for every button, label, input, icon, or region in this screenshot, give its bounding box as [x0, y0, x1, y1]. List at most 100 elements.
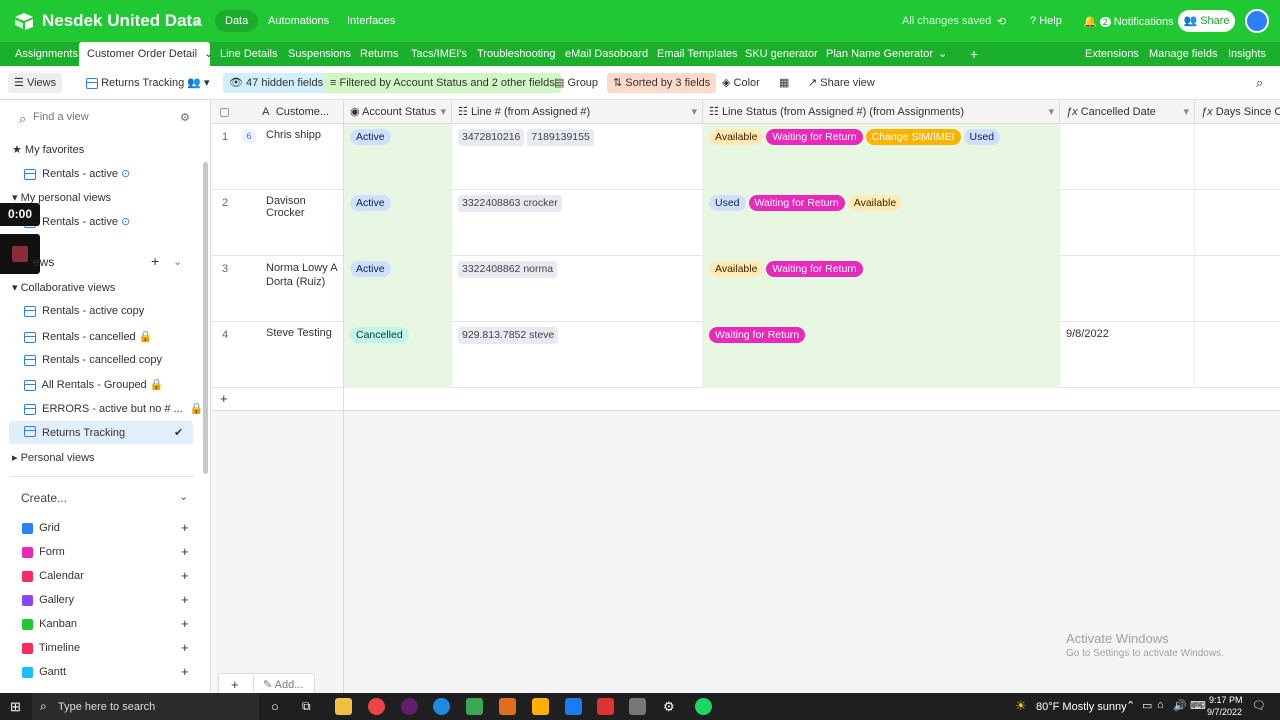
hidden-fields-button[interactable]: 👁 47 hidden fields [223, 73, 330, 93]
windows-start-icon[interactable]: ⊞ [10, 699, 21, 715]
taskbar-search[interactable]: ⌕ Type here to search [32, 693, 259, 720]
create-kanban[interactable]: Kanban [22, 618, 77, 630]
ime-icon[interactable]: ⌨ [1190, 699, 1206, 712]
sidebar-item-errors[interactable]: ERRORS - active but no # ... 🔒 [24, 402, 204, 415]
header-cancelled-date[interactable]: ƒx Cancelled Date ▾ [1060, 100, 1195, 124]
add-grid-icon[interactable]: + [181, 520, 189, 535]
chevron-down-icon[interactable]: ⌄ [192, 14, 201, 27]
add-form-icon[interactable]: + [181, 544, 189, 559]
gear-icon[interactable]: ⚙ [180, 111, 190, 124]
sidebar-item-all-rentals-grouped[interactable]: All Rentals - Grouped 🔒 [24, 378, 163, 391]
volume-icon[interactable]: 🔊 [1173, 699, 1187, 712]
notification-center-icon[interactable]: 🗨 [1252, 699, 1266, 712]
avatar[interactable] [1245, 9, 1269, 33]
nav-automations[interactable]: Automations [258, 10, 339, 32]
select-all-checkbox[interactable] [220, 107, 229, 117]
chevron-down-icon[interactable]: ▾ [1048, 100, 1054, 123]
more-tabs-chevron-icon[interactable]: ⌄ [930, 42, 955, 66]
line-status-cell[interactable]: Available Waiting for Return [703, 256, 1060, 322]
filter-button[interactable]: ≡ Filtered by Account Status and 2 other… [324, 73, 561, 93]
line-status-cell[interactable]: Used Waiting for Return Available [703, 190, 1060, 256]
primary-cell[interactable]: 4 Steve Testing [212, 322, 344, 388]
sidebar-item-fav-rentals-active[interactable]: Rentals - active ⊙ [24, 167, 130, 180]
add-gallery-icon[interactable]: + [181, 592, 189, 607]
find-view-input[interactable] [33, 111, 163, 123]
favorites-section[interactable]: ★ My favorites [12, 143, 84, 156]
add-kanban-icon[interactable]: + [181, 616, 189, 631]
app-icon[interactable] [532, 698, 549, 715]
primary-cell[interactable]: 3 Norma Lowy A Dorta (Ruiz) [212, 256, 344, 322]
column-header-customer[interactable]: Custome... [276, 106, 329, 118]
cancelled-date-cell[interactable]: 9/8/2022 [1060, 322, 1195, 388]
add-timeline-icon[interactable]: + [181, 640, 189, 655]
nav-data[interactable]: Data [215, 10, 259, 32]
tab-customer-order-detail[interactable]: Customer Order Detail ⌄ [79, 42, 213, 66]
sidebar-item-rentals-cancelled[interactable]: Rentals - cancelled 🔒 [24, 330, 152, 343]
settings-gear-icon[interactable]: ⚙ [663, 699, 675, 715]
tab-email-templates[interactable]: Email Templates [649, 42, 746, 66]
tab-returns[interactable]: Returns [352, 42, 407, 66]
collaborative-section[interactable]: ▾ Collaborative views [12, 281, 115, 294]
chevron-down-icon[interactable]: ▾ [691, 100, 697, 123]
create-form[interactable]: Form [22, 546, 65, 558]
add-table-icon[interactable]: + [962, 42, 986, 66]
chevron-down-icon[interactable]: ▾ [440, 100, 446, 123]
weather-text[interactable]: 80°F Mostly sunny [1036, 701, 1127, 713]
line-cell[interactable]: 3322408862 norma [452, 256, 703, 322]
personal-views-section[interactable]: ▸ Personal views [12, 451, 95, 464]
create-section[interactable]: Create... [21, 491, 67, 505]
task-view-icon[interactable]: ⧉ [302, 699, 311, 714]
app-icon[interactable] [499, 698, 516, 715]
status-cell[interactable]: Active [344, 190, 452, 256]
clock-time[interactable]: 9:17 PM [1209, 695, 1243, 705]
tray-chevron-icon[interactable]: ⌃ [1126, 699, 1135, 712]
nav-interfaces[interactable]: Interfaces [337, 10, 405, 32]
add-record-icon[interactable]: + [231, 677, 239, 692]
table-row[interactable]: 2 Davison Crocker Active 3322408863 croc… [212, 190, 1280, 256]
add-record-icon[interactable]: + [220, 391, 228, 406]
chrome-icon[interactable] [368, 698, 385, 715]
network-icon[interactable]: ⌂ [1157, 699, 1164, 711]
tab-plan-name-generator[interactable]: Plan Name Generator [818, 42, 941, 66]
cancelled-date-cell[interactable] [1060, 256, 1195, 322]
cancelled-date-cell[interactable] [1060, 124, 1195, 190]
group-button[interactable]: ▤ Group [548, 73, 604, 93]
line-status-cell[interactable]: Available Waiting for Return Change SIM/IM… [703, 124, 1060, 190]
extensions-button[interactable]: Extensions [1077, 42, 1147, 66]
current-view-button[interactable]: Returns Tracking 👥 ▾ [80, 73, 216, 93]
history-icon[interactable]: ⟲ [997, 15, 1006, 28]
chevron-down-icon[interactable]: ⌄ [173, 255, 182, 268]
header-days-since[interactable]: ƒx Days Since Can [1195, 100, 1280, 124]
table-row[interactable]: 3 Norma Lowy A Dorta (Ruiz) Active 33224… [212, 256, 1280, 322]
sidebar-scrollbar[interactable] [203, 162, 208, 474]
manage-fields-button[interactable]: Manage fields [1141, 42, 1226, 66]
create-gallery[interactable]: Gallery [22, 594, 74, 606]
primary-cell[interactable]: 1 6 Chris shipp [212, 124, 344, 190]
views-toggle-button[interactable]: ☰ Views [8, 73, 63, 93]
primary-cell[interactable]: 2 Davison Crocker [212, 190, 344, 256]
tab-tacs-imei[interactable]: Tacs/IMEI's [403, 42, 475, 66]
table-row[interactable]: 1 6 Chris shipp Active 3472810216 7189139… [212, 124, 1280, 190]
create-calendar[interactable]: Calendar [22, 570, 84, 582]
tab-suspensions[interactable]: Suspensions [280, 42, 359, 66]
app-icon[interactable] [565, 698, 582, 715]
slack-icon[interactable] [401, 698, 418, 715]
add-record-row[interactable]: + [212, 388, 1280, 411]
search-icon[interactable]: ⌕ [1250, 73, 1269, 93]
share-view-button[interactable]: ↗ Share view [802, 73, 881, 93]
cortana-icon[interactable]: ○ [271, 699, 279, 714]
days-since-cell[interactable] [1195, 256, 1280, 322]
airtable-logo-icon[interactable] [14, 12, 34, 30]
row-height-icon[interactable]: ▦ [773, 73, 795, 93]
line-status-cell[interactable]: Waiting for Return [703, 322, 1060, 388]
app-icon[interactable] [629, 698, 646, 715]
insights-button[interactable]: Insights [1220, 42, 1274, 66]
line-cell[interactable]: 3472810216 7189139155 [452, 124, 703, 190]
color-button[interactable]: ◈ Color [716, 73, 766, 93]
tab-sku-generator[interactable]: SKU generator [737, 42, 826, 66]
sidebar-item-returns-tracking[interactable]: Returns Tracking ✔ [9, 421, 193, 444]
add-gantt-icon[interactable]: + [181, 664, 189, 679]
tab-line-details[interactable]: Line Details [212, 42, 285, 66]
tab-email-dashboard[interactable]: eMail Dasoboard [557, 42, 656, 66]
help-button[interactable]: ? Help [1030, 15, 1062, 27]
